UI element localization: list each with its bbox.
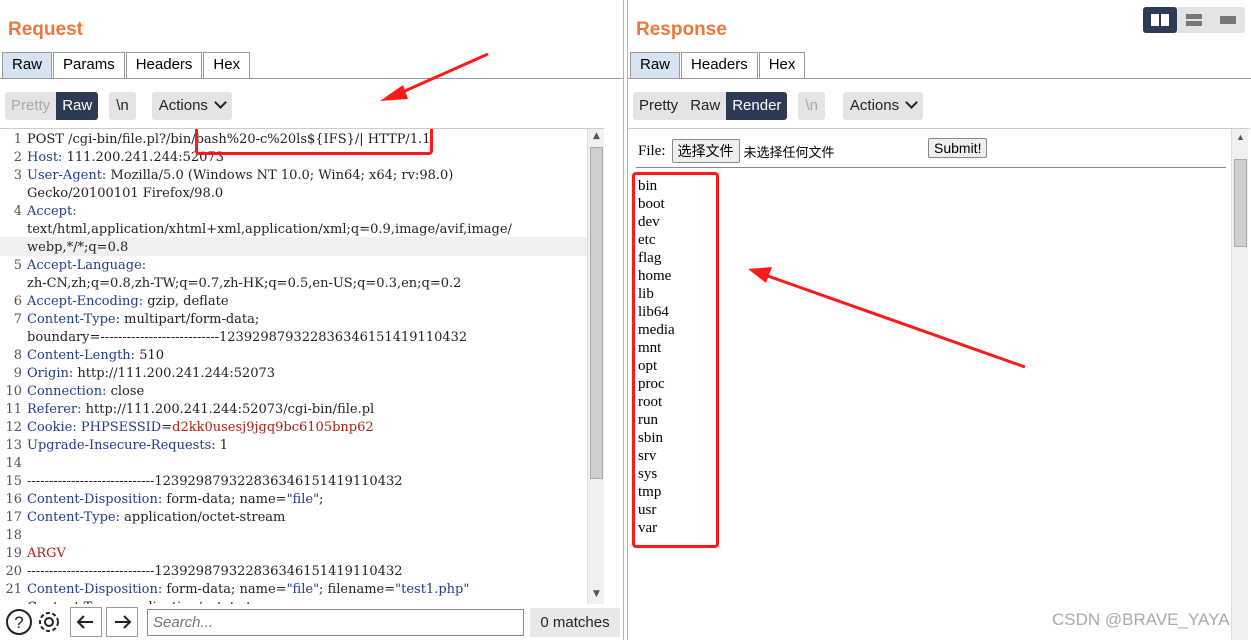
arrow-to-listing: [748, 267, 1026, 369]
watermark: CSDN @BRAVE_YAYA: [1052, 610, 1230, 629]
arrow-to-payload: [380, 52, 489, 101]
annotation-arrows: [380, 52, 1026, 369]
